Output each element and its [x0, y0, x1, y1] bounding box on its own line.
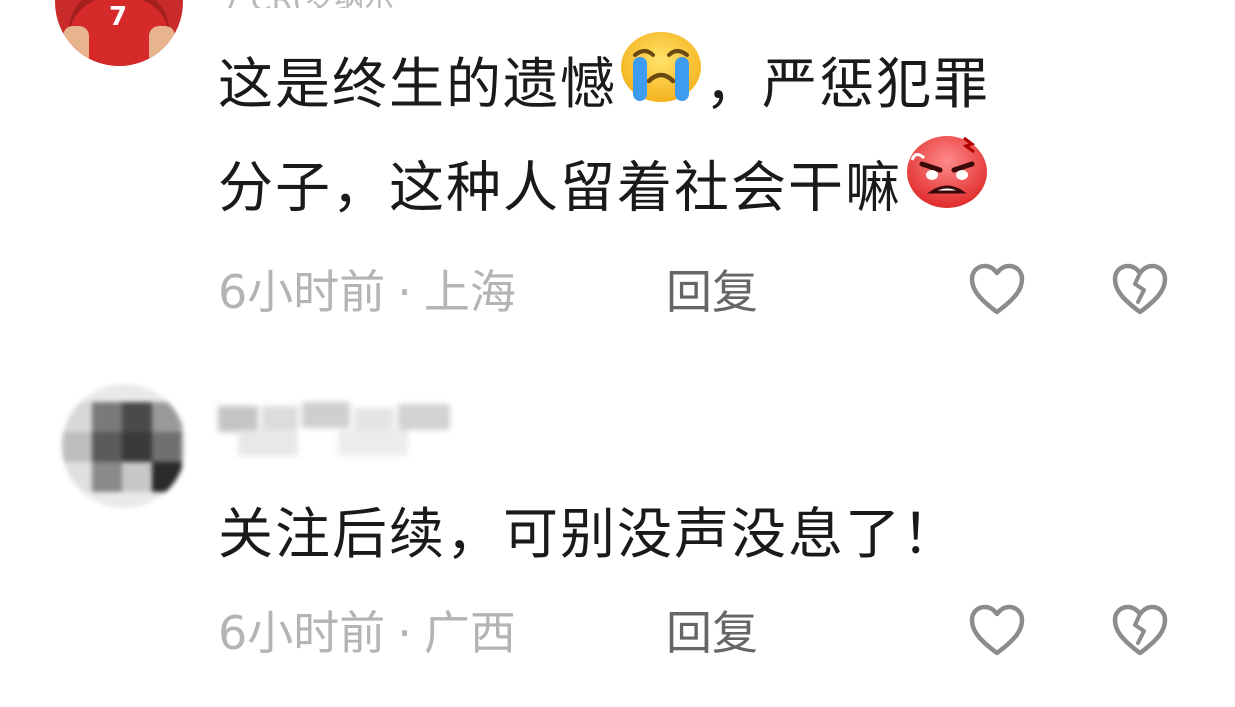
avatar-pixel — [152, 462, 182, 492]
comment-text-segment: 这是终生的遗憾 — [218, 52, 618, 116]
comment-list: 7 7 CR(罗纳尔 这是终生的遗憾 ，严惩犯罪 — [0, 0, 1235, 707]
comment-username[interactable]: 7 CR(罗纳尔 — [222, 0, 394, 8]
comment-text-line: 关注后续，可别没声没息了！ — [218, 502, 960, 566]
reply-button[interactable]: 回复 — [666, 603, 758, 663]
avatar-pixel — [92, 432, 122, 462]
loudly-crying-face-icon — [617, 29, 705, 134]
comment-meta: 6小时前 · 上海 — [218, 262, 516, 322]
heart-icon — [969, 604, 1025, 656]
avatar-pixel — [122, 462, 152, 492]
like-button[interactable] — [968, 603, 1026, 657]
avatar-pixel — [62, 432, 92, 462]
avatar-pixel — [92, 402, 122, 432]
avatar-arm — [63, 26, 89, 66]
broken-heart-icon — [1112, 604, 1168, 656]
avatar-pixel — [122, 402, 152, 432]
comment-meta: 6小时前 · 广西 — [218, 603, 516, 663]
broken-heart-icon — [1112, 263, 1168, 315]
avatar[interactable]: 7 — [55, 0, 183, 66]
comment-time: 6小时前 — [218, 265, 386, 319]
avatar-arm — [149, 26, 175, 66]
comment-text-line: 分子，这种人留着社会干嘛 — [218, 136, 992, 247]
username-pixel — [238, 430, 298, 456]
avatar-jersey-number: 7 — [109, 2, 128, 32]
meta-separator: · — [397, 606, 412, 660]
comment-location: 上海 — [423, 265, 516, 319]
avatar-pixel — [122, 432, 152, 462]
username-pixel — [262, 406, 298, 432]
comment-text-segment: ，严惩犯罪 — [705, 52, 991, 116]
comment-text-line: 这是终生的遗憾 ，严惩犯罪 — [218, 32, 991, 140]
avatar-pixel — [92, 462, 122, 492]
avatar-pixel — [152, 402, 182, 432]
heart-icon — [969, 263, 1025, 315]
avatar-pixel — [62, 462, 92, 492]
comment-username[interactable] — [218, 396, 468, 458]
meta-separator: · — [397, 265, 412, 319]
comment-time: 6小时前 — [218, 606, 386, 660]
username-pixel — [338, 430, 408, 456]
username-pixel — [218, 406, 258, 432]
username-pixel — [302, 402, 350, 428]
dislike-button[interactable] — [1111, 262, 1169, 316]
comment-location: 广西 — [423, 606, 516, 660]
like-button[interactable] — [968, 262, 1026, 316]
avatar[interactable] — [62, 384, 186, 508]
angry-face-icon — [902, 130, 992, 241]
avatar-pixel — [152, 432, 182, 462]
reply-button[interactable]: 回复 — [666, 262, 758, 322]
comment-text-segment: 分子，这种人留着社会干嘛 — [218, 155, 903, 220]
username-pixel — [398, 404, 450, 430]
dislike-button[interactable] — [1111, 603, 1169, 657]
avatar-pixel — [62, 402, 92, 432]
